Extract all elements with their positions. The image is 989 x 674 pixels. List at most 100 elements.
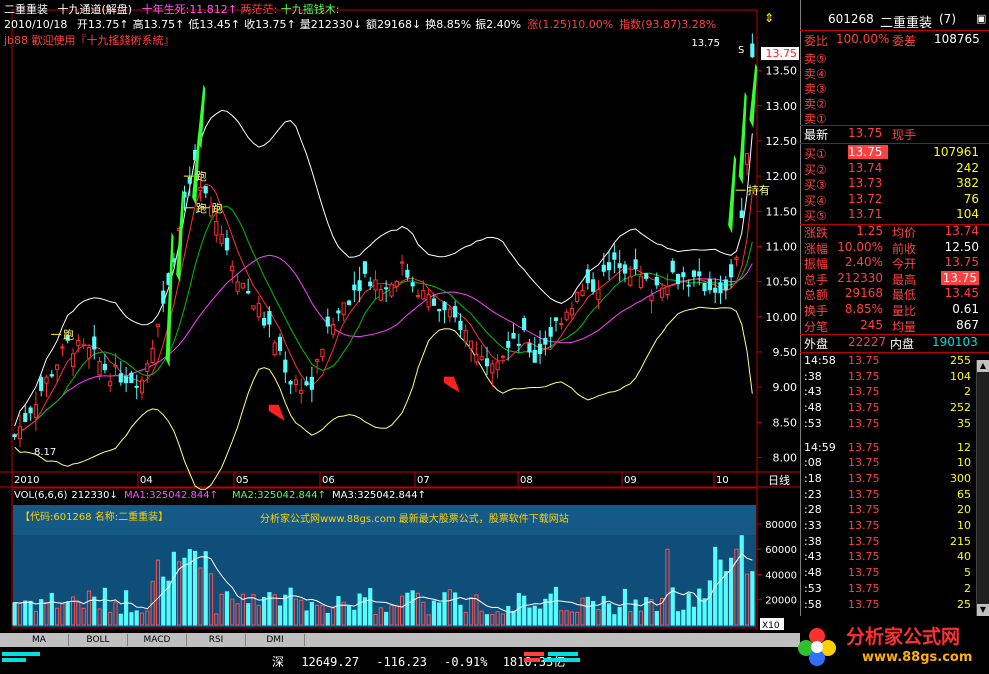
logo-text: 分析家公式网 xyxy=(846,626,961,648)
candle-body xyxy=(389,283,394,297)
candle-body xyxy=(622,264,628,274)
volume-bar xyxy=(65,601,70,626)
tick-price: 13.75 xyxy=(848,519,880,532)
candle-body xyxy=(214,221,219,236)
candle-body xyxy=(649,294,654,302)
volume-bar xyxy=(686,593,691,626)
candle-body xyxy=(670,260,675,273)
volume-bar xyxy=(28,600,33,626)
tab-dmi[interactable]: DMI xyxy=(246,634,305,646)
tick-volume: 252 xyxy=(950,401,971,415)
candle-body xyxy=(681,272,686,278)
volume-bar xyxy=(309,601,314,626)
volume-bar xyxy=(304,610,309,626)
volume-unit: X10 xyxy=(762,621,780,631)
volume-bar xyxy=(522,595,527,626)
candle-body xyxy=(118,373,123,383)
volume-bar xyxy=(261,596,267,626)
tick-price: 13.75 xyxy=(848,581,880,595)
tick-scrollbar[interactable]: ▲ ▼ xyxy=(976,360,989,616)
candle-body xyxy=(522,318,527,331)
volume-bar xyxy=(633,599,638,626)
candle-body xyxy=(569,308,574,316)
tab-macd[interactable]: MACD xyxy=(128,634,187,646)
volume-bar xyxy=(171,551,176,626)
candle-body xyxy=(12,434,17,438)
volume-legend-label: MA2: xyxy=(232,490,257,501)
ind-value-2: 十九摇钱木: xyxy=(280,3,340,16)
volume-tick: 40000 xyxy=(765,570,797,581)
indicator-name: 十九通道(解盘) xyxy=(57,3,133,16)
tab-boll[interactable]: BOLL xyxy=(69,634,128,646)
tick-volume: 2 xyxy=(964,385,971,399)
candle-body xyxy=(293,379,299,386)
tick-row: :53 13.75 35 xyxy=(800,417,989,433)
ohlc-line: 2010/10/18 开13.75↑ 高13.75↑ 低13.45↑ 收13.75↑ 量… xyxy=(4,16,716,32)
candle-body xyxy=(230,265,235,272)
volume-bar xyxy=(405,592,410,626)
price-tick: 12.00 xyxy=(766,170,798,183)
price-tick: 8.00 xyxy=(773,451,798,464)
tick-volume: 2 xyxy=(964,581,971,595)
candle-body xyxy=(373,279,378,291)
candle-body xyxy=(330,323,336,335)
ohlc-value-1: 13.75 xyxy=(143,18,176,31)
month-label: 04 xyxy=(140,475,153,486)
candle-body xyxy=(596,288,601,301)
candle-body xyxy=(277,336,283,351)
candle-body xyxy=(468,340,474,349)
status-market: 深 xyxy=(272,655,285,669)
tick-time: :43 xyxy=(804,550,822,564)
volume-bar xyxy=(118,613,123,626)
candle-body xyxy=(654,276,659,286)
volume-info-left: 【代码:601268 名称:二重重装】 xyxy=(20,510,168,523)
volume-bar xyxy=(670,587,675,626)
volume-bar xyxy=(283,594,288,626)
tick-time: :08 xyxy=(804,456,822,470)
tick-row: :48 13.75 252 xyxy=(800,401,989,417)
tick-volume: 12 xyxy=(957,440,971,454)
candle-body xyxy=(261,317,267,326)
volume-bar xyxy=(134,610,139,626)
tab-rsi[interactable]: RSI xyxy=(187,634,246,646)
candle-body xyxy=(543,337,548,345)
candle-body xyxy=(145,363,150,372)
scroll-up-icon[interactable]: ▲ xyxy=(977,360,989,372)
candle-body xyxy=(426,294,431,308)
candle-body xyxy=(442,301,447,311)
scroll-down-icon[interactable]: ▼ xyxy=(977,604,989,616)
volume-bar xyxy=(458,604,463,626)
candle-body xyxy=(33,404,38,418)
tick-price: 13.75 xyxy=(848,416,880,430)
tick-price: 13.75 xyxy=(848,456,880,470)
candle-body xyxy=(744,153,750,165)
volume-bar xyxy=(193,550,198,626)
volume-legend-arrow: ↑ xyxy=(418,490,426,501)
stock-chart[interactable]: 跑跑跑跑持有 13.5013.0012.5012.0011.5011.0010.… xyxy=(0,0,800,674)
candle-body xyxy=(660,287,665,298)
tick-price: 13.75 xyxy=(848,487,880,501)
tick-price: 13.75 xyxy=(848,566,880,580)
volume-bar xyxy=(506,605,511,626)
tick-row: :43 13.75 2 xyxy=(800,385,989,401)
volume-legend-value: 212330 xyxy=(71,490,109,501)
volume-bar xyxy=(553,586,559,626)
candle-body xyxy=(92,336,97,350)
candle-body xyxy=(76,339,81,346)
buy-signal-wedge xyxy=(165,232,174,367)
candle-body xyxy=(299,389,304,394)
tick-volume: 65 xyxy=(957,487,971,501)
ind-arrow-1: ↑ xyxy=(227,3,238,16)
tab-ma[interactable]: MA xyxy=(10,634,69,646)
ohlc-index-change: 指数(93.87)3.28% xyxy=(619,18,717,31)
candle-body xyxy=(511,333,516,339)
period-label[interactable]: 日线 xyxy=(768,473,790,487)
candle-body xyxy=(686,284,691,287)
candle-body xyxy=(150,347,155,364)
volume-bar xyxy=(675,611,681,626)
tick-time: :53 xyxy=(804,581,822,595)
ohlc-value-2: 13.45 xyxy=(199,18,231,31)
tick-row: :33 13.75 10 xyxy=(800,519,989,535)
volume-bar xyxy=(368,588,373,626)
ma5-line xyxy=(14,183,753,437)
